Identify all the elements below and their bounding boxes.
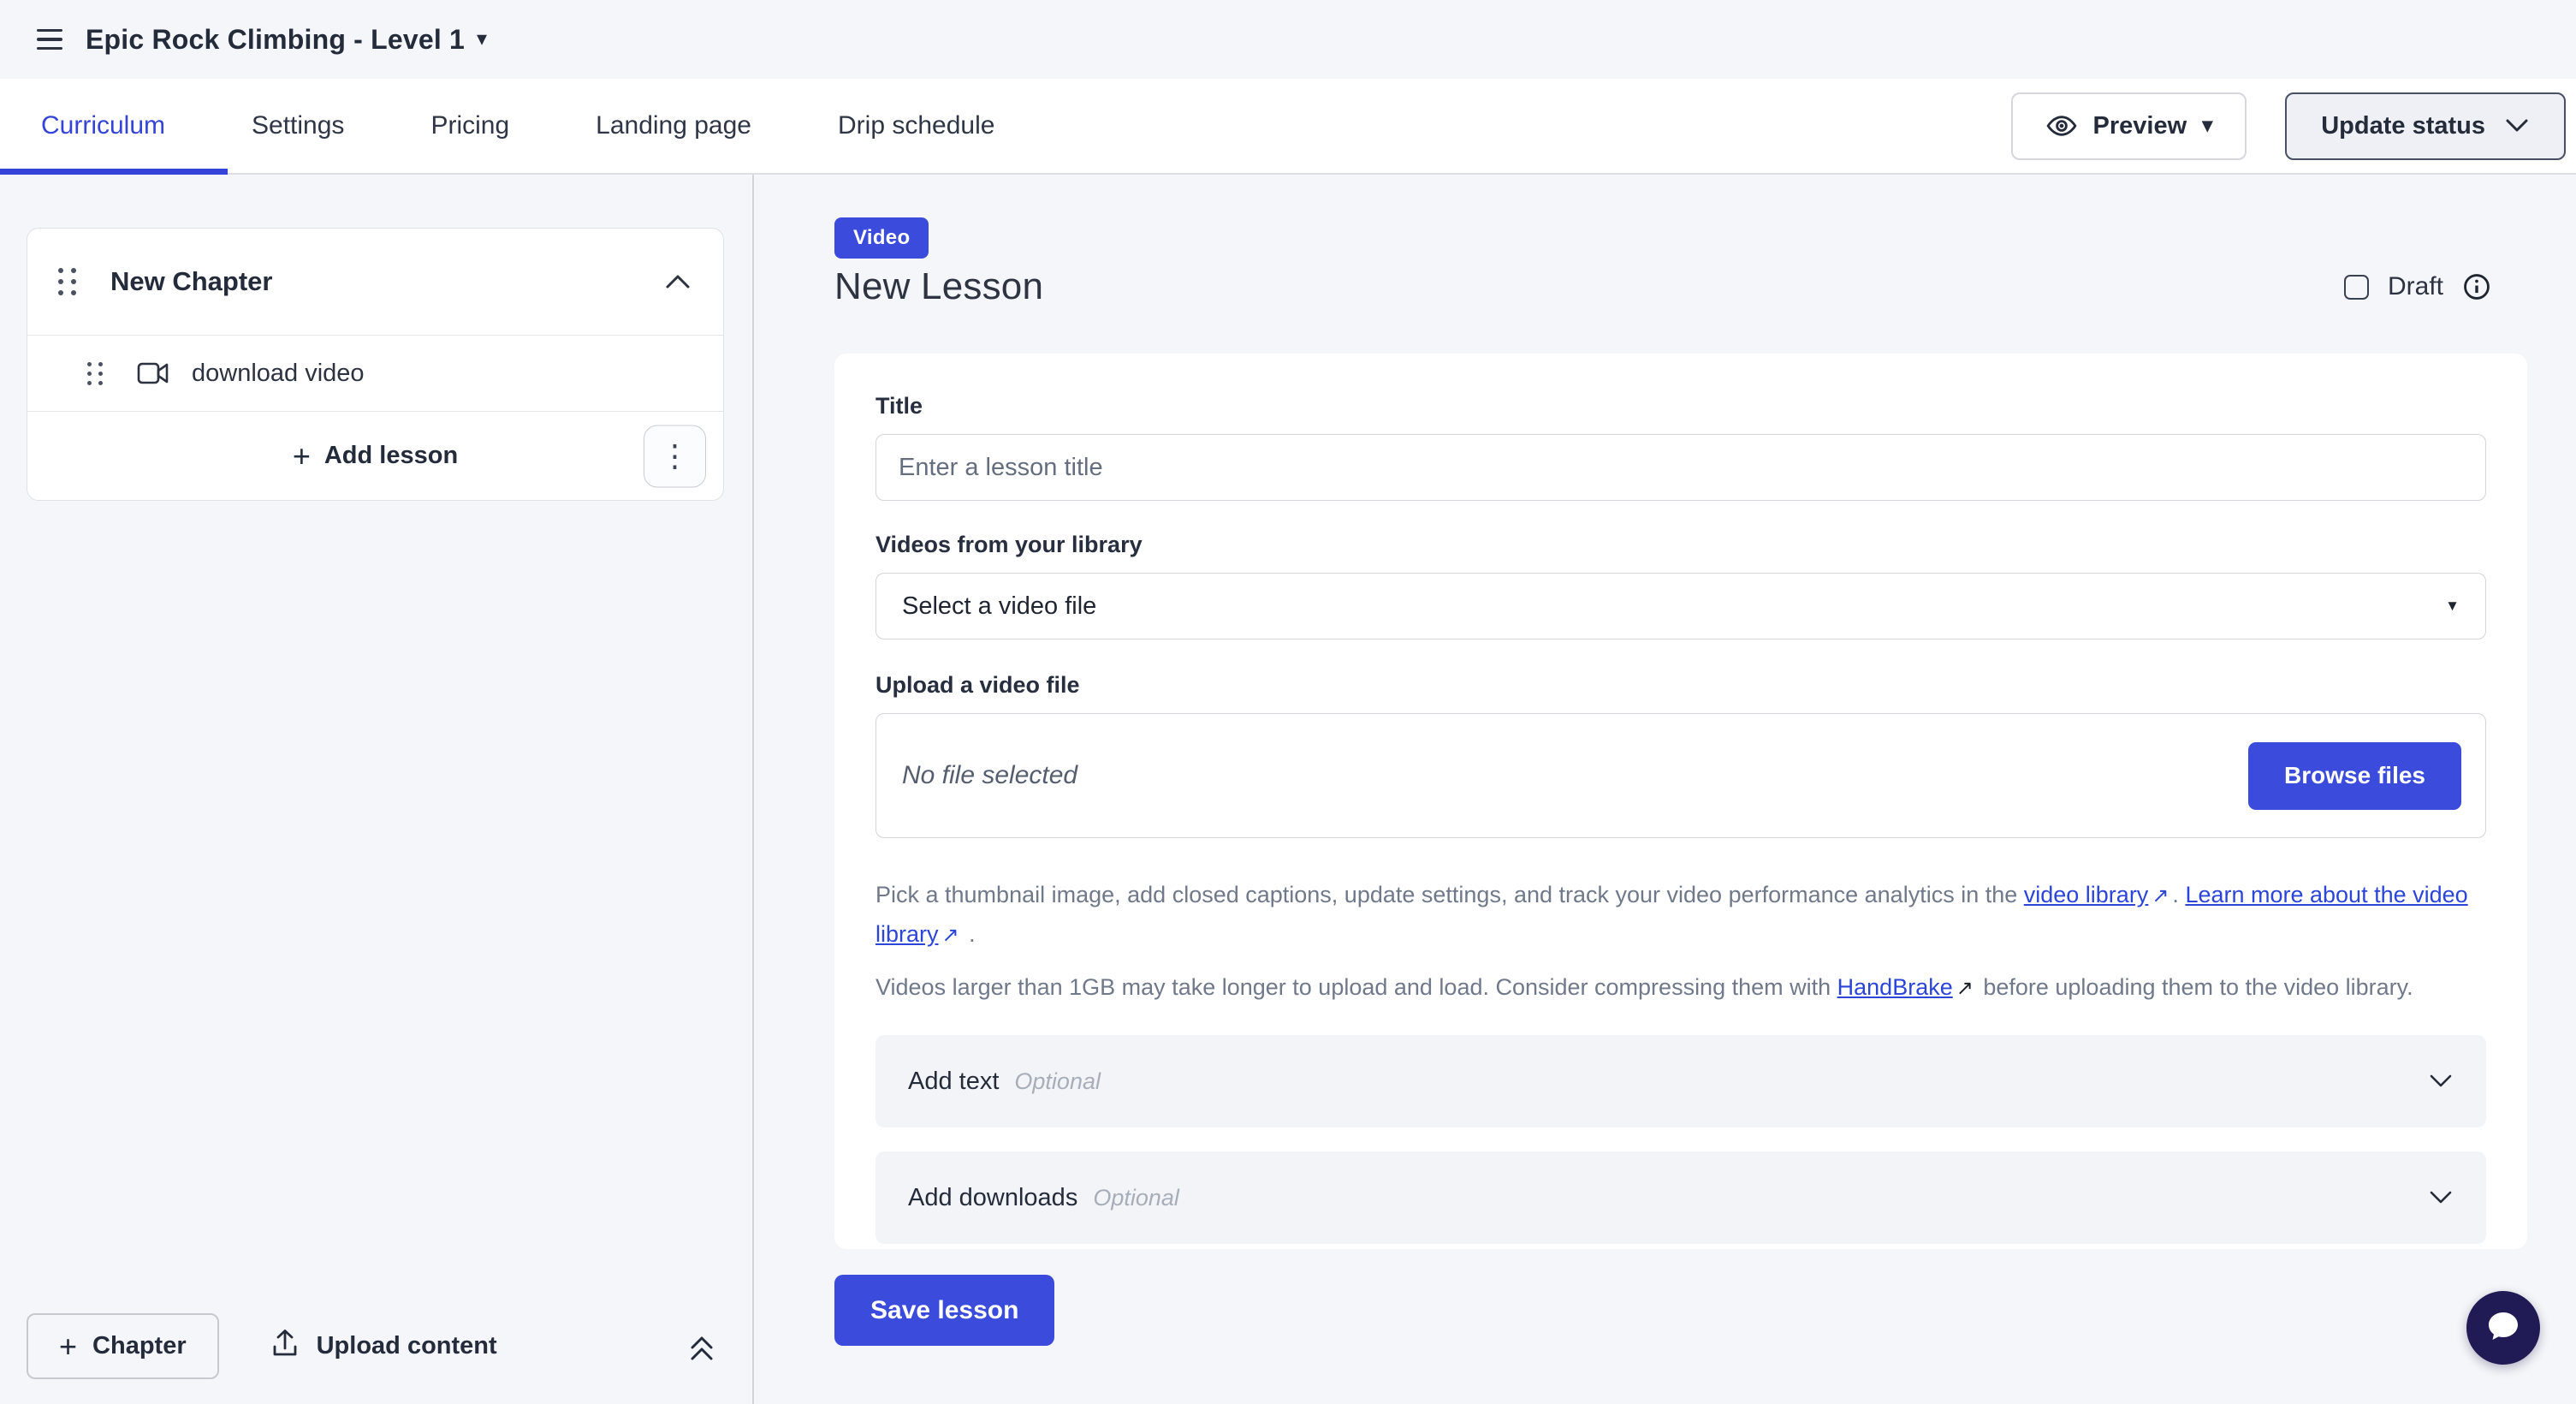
plus-icon: + <box>59 1331 77 1362</box>
lesson-form-card: Title Videos from your library Select a … <box>834 354 2527 1249</box>
chapter-header: New Chapter <box>27 229 723 336</box>
handbrake-link[interactable]: HandBrake <box>1837 974 1953 1000</box>
add-downloads-label: Add downloads <box>908 1184 1077 1212</box>
chevron-down-icon <box>2428 1189 2454 1206</box>
add-text-accordion[interactable]: Add text Optional <box>875 1035 2486 1127</box>
draft-control: Draft <box>2344 272 2491 301</box>
video-library-select[interactable]: Select a video file ▼ <box>875 573 2486 640</box>
top-bar: Epic Rock Climbing - Level 1 ▾ <box>0 0 2576 79</box>
optional-label: Optional <box>1093 1185 1179 1211</box>
tab-bar: Curriculum Settings Pricing Landing page… <box>0 79 2576 175</box>
course-switcher[interactable]: Epic Rock Climbing - Level 1 ▾ <box>86 24 487 56</box>
add-text-label: Add text <box>908 1068 999 1096</box>
course-title: Epic Rock Climbing - Level 1 <box>86 24 465 56</box>
chat-launcher-button[interactable] <box>2466 1291 2540 1365</box>
app-window: Epic Rock Climbing - Level 1 ▾ Curriculu… <box>0 0 2576 1404</box>
title-field-label: Title <box>875 393 2486 419</box>
no-file-text: No file selected <box>902 761 1077 790</box>
add-chapter-button[interactable]: + Chapter <box>27 1313 219 1379</box>
select-value: Select a video file <box>902 592 1096 621</box>
external-link-icon: ↗ <box>942 917 959 955</box>
chapter-options-button[interactable]: ⋮ <box>644 425 706 487</box>
add-downloads-accordion[interactable]: Add downloads Optional <box>875 1151 2486 1244</box>
add-lesson-button[interactable]: + Add lesson <box>27 412 723 500</box>
compression-help-text: Videos larger than 1GB may take longer t… <box>875 968 2484 1008</box>
plus-icon: + <box>293 441 311 472</box>
file-dropzone[interactable]: No file selected Browse files <box>875 713 2486 838</box>
lesson-type-badge: Video <box>834 217 929 259</box>
preview-label: Preview <box>2093 112 2187 140</box>
eye-icon <box>2045 110 2078 142</box>
draft-checkbox[interactable] <box>2344 275 2369 300</box>
tab-landing-page[interactable]: Landing page <box>596 79 751 173</box>
chapter-footer: + Add lesson ⋮ <box>27 412 723 500</box>
menu-icon <box>37 29 62 51</box>
tab-drip-schedule[interactable]: Drip schedule <box>838 79 994 173</box>
upload-field-label: Upload a video file <box>875 672 2486 699</box>
external-link-icon: ↗ <box>1956 970 1974 1008</box>
hamburger-menu-button[interactable] <box>26 15 74 63</box>
tabbar-actions: Preview ▾ Update status <box>2011 92 2576 160</box>
drag-handle-icon[interactable] <box>87 362 103 385</box>
tab-pricing[interactable]: Pricing <box>430 79 509 173</box>
add-lesson-label: Add lesson <box>324 442 458 470</box>
add-chapter-label: Chapter <box>92 1332 187 1360</box>
select-caret-icon: ▼ <box>2445 598 2460 615</box>
chevron-down-icon <box>2504 117 2530 134</box>
video-library-help-text: Pick a thumbnail image, add closed capti… <box>875 876 2484 955</box>
optional-label: Optional <box>1014 1068 1101 1095</box>
info-icon[interactable] <box>2462 272 2491 301</box>
upload-content-label: Upload content <box>317 1332 497 1360</box>
active-tab-indicator <box>0 169 228 175</box>
library-field-label: Videos from your library <box>875 532 2486 558</box>
collapse-all-icon[interactable] <box>686 1330 718 1364</box>
video-library-link[interactable]: video library <box>2024 882 2149 907</box>
upload-icon <box>270 1328 300 1365</box>
lesson-title: download video <box>192 360 365 388</box>
tab-settings[interactable]: Settings <box>252 79 344 173</box>
curriculum-sidebar: New Chapter download video <box>0 175 754 1404</box>
save-lesson-button[interactable]: Save lesson <box>834 1275 1054 1346</box>
upload-content-button[interactable]: Upload content <box>270 1328 497 1365</box>
update-status-label: Update status <box>2321 112 2485 140</box>
video-camera-icon <box>137 361 169 385</box>
page-title: New Lesson <box>834 265 2527 308</box>
draft-label: Draft <box>2388 272 2443 301</box>
caret-down-icon: ▾ <box>2202 116 2212 136</box>
lesson-header: Video New Lesson Draft <box>834 217 2527 308</box>
chevron-up-icon[interactable] <box>663 272 692 291</box>
update-status-button[interactable]: Update status <box>2285 92 2566 160</box>
browse-files-button[interactable]: Browse files <box>2248 742 2461 810</box>
chat-icon <box>2484 1307 2523 1349</box>
chapter-card: New Chapter download video <box>27 228 724 501</box>
chevron-down-icon <box>2428 1073 2454 1090</box>
chapter-title: New Chapter <box>110 266 272 297</box>
kebab-menu-icon: ⋮ <box>660 441 691 472</box>
tabs: Curriculum Settings Pricing Landing page… <box>0 79 1081 173</box>
drag-handle-icon[interactable] <box>58 268 76 295</box>
caret-down-icon: ▾ <box>477 29 487 50</box>
preview-button[interactable]: Preview ▾ <box>2011 92 2247 160</box>
body-row: New Chapter download video <box>0 175 2576 1404</box>
sidebar-footer: + Chapter Upload content <box>0 1313 752 1379</box>
tab-curriculum[interactable]: Curriculum <box>41 79 165 173</box>
lesson-title-input[interactable] <box>875 434 2486 501</box>
lesson-editor: Video New Lesson Draft Title <box>754 175 2576 1404</box>
external-link-icon: ↗ <box>2152 878 2169 915</box>
lesson-row[interactable]: download video <box>27 336 723 412</box>
